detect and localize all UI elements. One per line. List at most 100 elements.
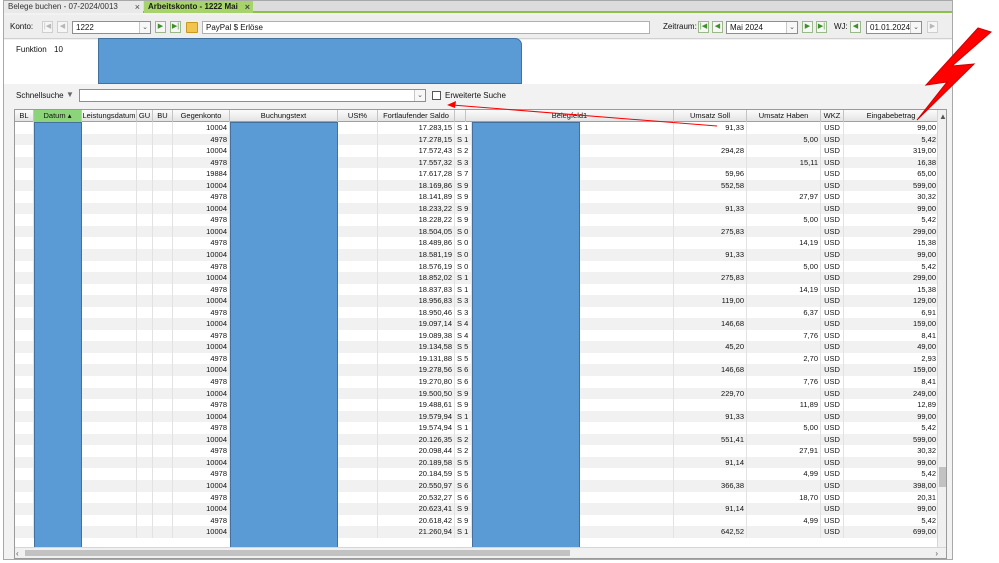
- last-period-icon[interactable]: ▶|: [816, 21, 827, 33]
- cell-wkz: USD: [821, 179, 844, 192]
- cell-sh: S 9: [455, 503, 472, 515]
- cell-gegenkonto: 10004: [173, 295, 230, 307]
- cell-eingabe: 5,42: [844, 260, 939, 273]
- first-period-icon[interactable]: |◀: [698, 21, 709, 33]
- cell-empty: [137, 468, 153, 480]
- cell-empty: [82, 249, 137, 261]
- col-buchungstext[interactable]: Buchungstext: [230, 110, 338, 122]
- col-saldo[interactable]: Fortlaufender Saldo: [378, 110, 455, 122]
- col-datum[interactable]: Datum ▴: [34, 110, 82, 122]
- col-gu[interactable]: GU: [137, 110, 153, 122]
- col-bu[interactable]: BU: [153, 110, 173, 122]
- tab-arbeitskonto[interactable]: Arbeitskonto - 1222 Mai ×: [144, 1, 253, 13]
- folder-icon[interactable]: [186, 22, 198, 33]
- cell-gegenkonto: 4978: [173, 422, 230, 434]
- cell-soll: [674, 133, 747, 146]
- next-year-icon[interactable]: ▶: [927, 21, 938, 33]
- horizontal-scroll-thumb[interactable]: [25, 550, 570, 556]
- cell-empty: [82, 433, 137, 446]
- cell-empty: [15, 225, 34, 238]
- konto-select[interactable]: 1222 ⌄: [72, 21, 151, 34]
- chevron-down-icon[interactable]: ⌄: [139, 22, 150, 33]
- cell-empty: [137, 133, 153, 146]
- cell-eingabe: 319,00: [844, 145, 939, 157]
- cell-sh: S 5: [455, 352, 472, 365]
- close-icon[interactable]: ×: [135, 1, 140, 13]
- cell-empty: [153, 364, 173, 377]
- scroll-left-icon[interactable]: ‹: [16, 548, 19, 558]
- cell-haben: 6,37: [747, 306, 821, 319]
- cell-empty: [338, 214, 378, 226]
- cell-empty: [15, 122, 34, 134]
- col-sh[interactable]: [455, 110, 466, 122]
- cell-haben: [747, 249, 821, 261]
- erweiterte-suche-checkbox[interactable]: [432, 91, 441, 100]
- cell-sh: S 2: [455, 145, 472, 157]
- scroll-up-icon[interactable]: ▲: [939, 111, 946, 122]
- cell-soll: [674, 468, 747, 480]
- search-bar: Schnellsuche ▼ ⌄ Erweiterte Suche: [4, 87, 952, 105]
- cell-sh: S 0: [455, 225, 472, 238]
- cell-empty: [137, 306, 153, 319]
- cell-soll: [674, 445, 747, 457]
- cell-empty: [15, 503, 34, 515]
- cell-empty: [15, 168, 34, 180]
- cell-empty: [338, 364, 378, 377]
- prev-period-icon[interactable]: ◀: [712, 21, 723, 33]
- vertical-scrollbar[interactable]: ▲: [937, 110, 946, 548]
- cell-haben: [747, 145, 821, 157]
- cell-gegenkonto: 10004: [173, 364, 230, 377]
- col-gegenkonto[interactable]: Gegenkonto: [173, 110, 230, 122]
- col-soll[interactable]: Umsatz Soll: [674, 110, 747, 122]
- cell-wkz: USD: [821, 410, 844, 423]
- col-haben[interactable]: Umsatz Haben: [747, 110, 821, 122]
- col-ust[interactable]: USt%: [338, 110, 378, 122]
- col-leistungsdatum[interactable]: Leistungsdatum: [82, 110, 137, 122]
- cell-gegenkonto: 19884: [173, 168, 230, 180]
- cell-empty: [338, 237, 378, 250]
- cell-soll: [674, 260, 747, 273]
- chevron-down-icon[interactable]: ⌄: [786, 22, 797, 33]
- cell-empty: [15, 433, 34, 446]
- wj-select[interactable]: 01.01.2024 ⌄: [866, 21, 922, 34]
- prev-record-icon[interactable]: ◀: [57, 21, 68, 33]
- cell-empty: [338, 191, 378, 203]
- search-input[interactable]: ⌄: [79, 89, 426, 102]
- filter-dropdown-icon[interactable]: ▼: [66, 90, 74, 99]
- vertical-scroll-thumb[interactable]: [939, 467, 946, 487]
- tab-belege-buchen[interactable]: Belege buchen - 07-2024/0013 ×: [4, 1, 143, 13]
- zeitraum-select[interactable]: Mai 2024 ⌄: [726, 21, 798, 34]
- cell-saldo: 18.504,05: [378, 225, 455, 238]
- cell-empty: [153, 272, 173, 284]
- last-record-icon[interactable]: ▶|: [170, 21, 181, 33]
- cell-empty: [153, 341, 173, 353]
- col-wkz[interactable]: WKZ: [821, 110, 844, 122]
- cell-empty: [137, 202, 153, 215]
- next-record-icon[interactable]: ▶: [155, 21, 166, 33]
- prev-year-icon[interactable]: ◀: [850, 21, 861, 33]
- next-period-icon[interactable]: ▶: [802, 21, 813, 33]
- horizontal-scrollbar[interactable]: ‹ ›: [15, 547, 946, 558]
- cell-wkz: USD: [821, 237, 844, 250]
- cell-empty: [82, 341, 137, 353]
- cell-haben: [747, 364, 821, 377]
- cell-haben: 18,70: [747, 491, 821, 504]
- toolbar: Konto: |◀ ◀ 1222 ⌄ ▶ ▶| PayPal $ Erlöse …: [4, 15, 952, 39]
- cell-wkz: USD: [821, 364, 844, 377]
- cell-sh: S 1: [455, 133, 472, 146]
- cell-saldo: 20.184,59: [378, 468, 455, 480]
- col-bl[interactable]: BL: [15, 110, 34, 122]
- cell-empty: [137, 329, 153, 342]
- chevron-down-icon[interactable]: ⌄: [414, 90, 425, 101]
- close-icon[interactable]: ×: [245, 1, 250, 13]
- col-belegfeld[interactable]: Belegfeld1: [466, 110, 674, 122]
- cell-empty: [82, 225, 137, 238]
- cell-sh: S 9: [455, 387, 472, 400]
- cell-empty: [15, 456, 34, 469]
- cell-empty: [338, 387, 378, 400]
- col-eingabe[interactable]: Eingabebetrag: [844, 110, 939, 122]
- scroll-right-icon[interactable]: ›: [935, 548, 938, 558]
- chevron-down-icon[interactable]: ⌄: [910, 22, 921, 33]
- first-record-icon[interactable]: |◀: [42, 21, 53, 33]
- cell-empty: [338, 295, 378, 307]
